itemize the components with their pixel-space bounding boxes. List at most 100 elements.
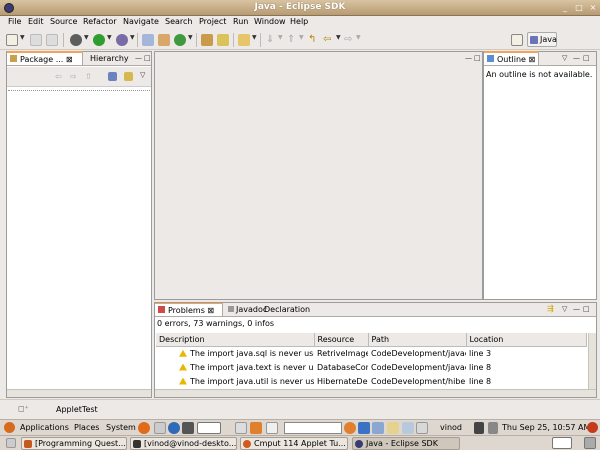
- editor-minimize-icon[interactable]: —: [465, 54, 472, 62]
- back-icon[interactable]: ⇦: [323, 34, 335, 46]
- accessibility-icon[interactable]: [358, 422, 370, 434]
- menu-run[interactable]: Run: [233, 17, 248, 26]
- problems-vscroll[interactable]: [588, 333, 596, 389]
- network-status-icon[interactable]: [474, 422, 484, 434]
- menu-places[interactable]: Places: [74, 423, 99, 432]
- up-nav-icon[interactable]: ⇧: [85, 72, 97, 84]
- tab-problems[interactable]: Problems ⊠: [155, 303, 223, 316]
- new-java-project-icon[interactable]: [142, 34, 154, 46]
- minimize-view-icon[interactable]: —: [573, 305, 580, 313]
- close-icon[interactable]: ×: [588, 3, 598, 13]
- firefox-icon[interactable]: [138, 422, 150, 434]
- minimize-view-icon[interactable]: —: [135, 54, 142, 62]
- search-launcher-icon[interactable]: [344, 422, 356, 434]
- close-tab-icon[interactable]: ⊠: [207, 306, 214, 315]
- new-class-icon[interactable]: [174, 34, 186, 46]
- java-perspective-button[interactable]: Java: [527, 32, 557, 47]
- network-icon[interactable]: [402, 422, 414, 434]
- problems-hscroll[interactable]: [155, 389, 596, 397]
- help-icon[interactable]: [168, 422, 180, 434]
- close-tab-icon[interactable]: ⊠: [66, 55, 73, 64]
- calculator-icon[interactable]: [416, 422, 428, 434]
- text-editor-icon[interactable]: [235, 422, 247, 434]
- clock[interactable]: Thu Sep 25, 10:57 AM: [502, 423, 590, 432]
- run-icon[interactable]: [93, 34, 105, 46]
- desktop-icon[interactable]: [372, 422, 384, 434]
- tab-package-explorer[interactable]: Package ... ⊠: [7, 51, 83, 65]
- external-tools-dropdown-icon[interactable]: ▼: [130, 34, 135, 41]
- maximize-view-icon[interactable]: □: [583, 305, 590, 313]
- new-icon[interactable]: [6, 34, 18, 46]
- next-annotation-icon[interactable]: ⇓: [266, 34, 278, 46]
- back-dropdown-icon[interactable]: ▼: [336, 34, 341, 41]
- maximize-view-icon[interactable]: □: [583, 54, 590, 62]
- editor-area[interactable]: — □: [154, 51, 483, 300]
- window-titlebar[interactable]: Java - Eclipse SDK _ □ ×: [0, 0, 600, 16]
- document-icon[interactable]: [266, 422, 278, 434]
- view-menu-icon[interactable]: ▽: [140, 71, 145, 79]
- external-tools-icon[interactable]: [116, 34, 128, 46]
- run-dropdown-icon[interactable]: ▼: [107, 34, 112, 41]
- open-task-icon[interactable]: [217, 34, 229, 46]
- show-desktop-icon[interactable]: [6, 438, 16, 448]
- menu-navigate[interactable]: Navigate: [123, 17, 159, 26]
- tab-declaration[interactable]: Declaration: [261, 303, 313, 317]
- editor-maximize-icon[interactable]: □: [474, 54, 481, 62]
- column-header-description[interactable]: Description: [156, 333, 315, 347]
- menu-source[interactable]: Source: [50, 17, 77, 26]
- menu-window[interactable]: Window: [254, 17, 286, 26]
- search-dropdown-icon[interactable]: ▼: [252, 34, 257, 41]
- previous-annotation-icon[interactable]: ⇑: [287, 34, 299, 46]
- workspace-switcher[interactable]: [552, 437, 572, 449]
- table-row[interactable]: The import java.util is never usec Hiber…: [156, 374, 586, 388]
- menu-search[interactable]: Search: [165, 17, 192, 26]
- forward-icon[interactable]: ⇨: [344, 34, 356, 46]
- user-name[interactable]: vinod: [440, 423, 462, 432]
- files-icon[interactable]: [387, 422, 399, 434]
- eclipse-launcher-icon[interactable]: [197, 422, 221, 434]
- minimize-icon[interactable]: _: [560, 3, 570, 13]
- panel-search-field[interactable]: [284, 422, 342, 434]
- table-row[interactable]: The import java.text is never use Databa…: [156, 360, 586, 374]
- menu-edit[interactable]: Edit: [28, 17, 44, 26]
- menu-help[interactable]: Help: [290, 17, 308, 26]
- menu-project[interactable]: Project: [199, 17, 226, 26]
- menu-applications[interactable]: Applications: [20, 423, 69, 432]
- power-icon[interactable]: [587, 422, 598, 433]
- view-menu-icon[interactable]: ▽: [562, 54, 567, 62]
- menu-system[interactable]: System: [106, 423, 136, 432]
- new-class-dropdown-icon[interactable]: ▼: [188, 34, 193, 41]
- column-header-location[interactable]: Location: [466, 333, 587, 347]
- package-explorer-hscroll[interactable]: [7, 389, 151, 397]
- forward-dropdown-icon[interactable]: ▼: [356, 34, 361, 41]
- trash-icon[interactable]: [584, 437, 596, 449]
- print-icon[interactable]: [46, 34, 58, 46]
- new-package-icon[interactable]: [158, 34, 170, 46]
- fast-view-icon[interactable]: ◻⁺: [18, 404, 29, 413]
- view-menu-icon[interactable]: ▽: [562, 305, 567, 313]
- search-icon[interactable]: [238, 34, 250, 46]
- close-tab-icon[interactable]: ⊠: [529, 55, 536, 64]
- mail-icon[interactable]: [154, 422, 166, 434]
- back-nav-icon[interactable]: ⇦: [55, 72, 67, 84]
- maximize-icon[interactable]: □: [574, 3, 584, 13]
- debug-dropdown-icon[interactable]: ▼: [84, 34, 89, 41]
- image-viewer-icon[interactable]: [250, 422, 262, 434]
- minimize-view-icon[interactable]: —: [573, 54, 580, 62]
- taskbar-item[interactable]: [vinod@vinod-deskto...: [130, 437, 237, 450]
- volume-icon[interactable]: [488, 422, 498, 434]
- table-row[interactable]: The import java.sql is never used Retriv…: [156, 346, 586, 360]
- collapse-all-icon[interactable]: [108, 72, 117, 81]
- tab-hierarchy[interactable]: Hierarchy: [87, 52, 132, 66]
- filter-icon[interactable]: ⇶: [547, 304, 559, 316]
- previous-annotation-dropdown-icon[interactable]: ▼: [299, 34, 304, 41]
- next-annotation-dropdown-icon[interactable]: ▼: [278, 34, 283, 41]
- menu-file[interactable]: File: [8, 17, 21, 26]
- menu-refactor[interactable]: Refactor: [83, 17, 117, 26]
- column-header-resource[interactable]: Resource: [314, 333, 369, 347]
- taskbar-item[interactable]: Java - Eclipse SDK: [352, 437, 460, 450]
- taskbar-item[interactable]: [Programming Quest...: [21, 437, 127, 450]
- column-header-path[interactable]: Path: [368, 333, 467, 347]
- new-dropdown-icon[interactable]: ▼: [20, 34, 25, 41]
- tab-outline[interactable]: Outline ⊠: [484, 51, 539, 65]
